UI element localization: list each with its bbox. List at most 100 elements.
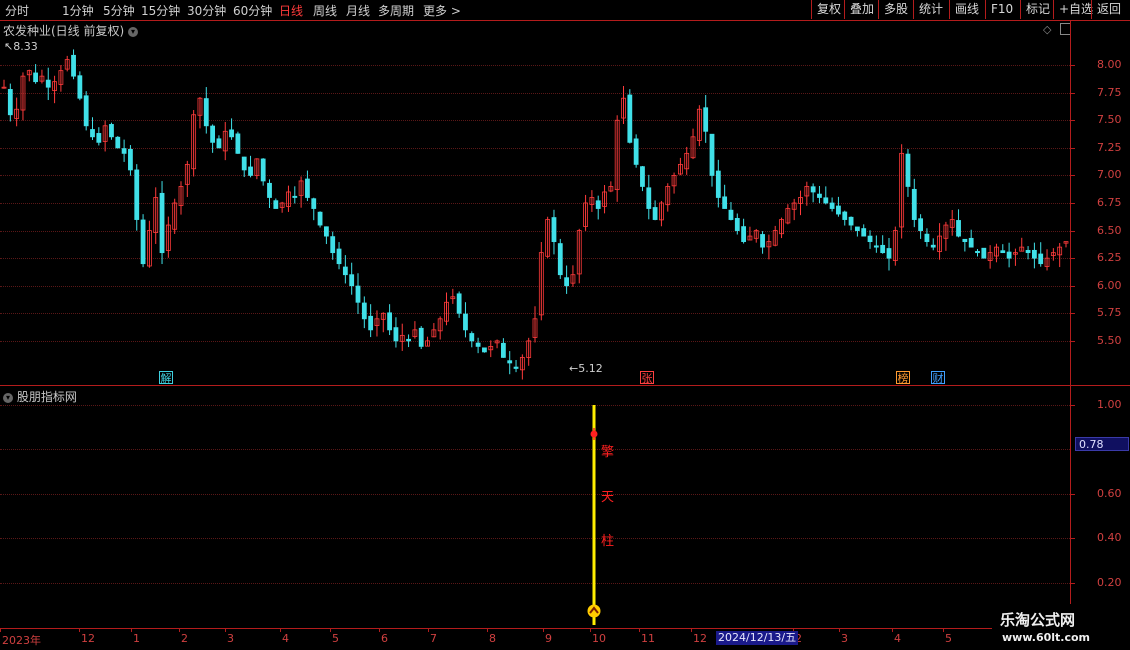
candle-body: [469, 333, 475, 342]
watermark-title: 乐淘公式网: [1000, 611, 1076, 629]
toolbar-button[interactable]: 多股: [878, 0, 913, 19]
timeframe-tab[interactable]: 5分钟: [103, 2, 135, 19]
event-marker[interactable]: 解: [159, 371, 173, 385]
candle-body: [627, 94, 633, 143]
candle-body: [741, 226, 747, 243]
x-axis-label: 12: [693, 632, 707, 645]
signal-pillar[interactable]: [580, 400, 610, 630]
current-value-badge: 0.78: [1075, 437, 1129, 451]
candle-body: [905, 153, 911, 187]
candle-body: [709, 133, 715, 176]
toolbar-button[interactable]: F10: [985, 0, 1018, 19]
candle-body: [305, 178, 310, 198]
y-axis-label: 6.75: [1097, 196, 1122, 209]
grid-line: [0, 449, 1070, 451]
timeframe-tab[interactable]: 多周期: [378, 2, 414, 19]
candle-body: [406, 338, 411, 342]
event-marker[interactable]: 张: [640, 371, 654, 385]
candle-body: [210, 125, 216, 143]
y-axis-label: 7.75: [1097, 85, 1122, 99]
timeframe-tab[interactable]: 1分钟: [62, 2, 94, 19]
toolbar-button[interactable]: 返回: [1091, 0, 1126, 19]
timeframe-tab[interactable]: 周线: [313, 2, 337, 19]
candle-body: [229, 129, 234, 138]
x-axis-label: 9: [545, 632, 552, 645]
chevron-down-icon[interactable]: ▾: [3, 392, 13, 403]
x-tick: [225, 628, 226, 632]
indicator-title: 股朋指标网: [16, 390, 77, 404]
timeframe-tab[interactable]: 月线: [346, 2, 370, 19]
event-marker[interactable]: 榜: [896, 371, 910, 385]
candle-body: [817, 193, 822, 198]
candle-body: [387, 312, 393, 331]
candle-body: [981, 247, 987, 259]
candle-body: [854, 226, 860, 231]
toolbar-button[interactable]: 复权: [811, 0, 846, 19]
candle-body: [273, 200, 279, 209]
toolbar-button[interactable]: 画线: [949, 0, 984, 19]
candle-body: [368, 315, 374, 331]
candle-body: [646, 187, 652, 209]
candle-body: [317, 211, 323, 226]
x-tick: [79, 628, 80, 632]
candle-body: [235, 133, 241, 154]
y-axis-label: 7.25: [1097, 140, 1122, 154]
x-tick: [543, 628, 544, 632]
timeframe-tab[interactable]: 15分钟: [141, 2, 180, 19]
x-axis-label: 8: [489, 632, 496, 645]
candle-body: [475, 342, 481, 347]
toolbar-button[interactable]: 标记: [1020, 0, 1055, 19]
timeframe-tab[interactable]: 60分钟: [233, 2, 272, 19]
y-axis-label: 0.60: [1097, 486, 1122, 500]
watermark-url: www.60lt.com: [1002, 631, 1091, 644]
candle-body: [911, 188, 917, 220]
high-price-label: ↖8.33: [4, 40, 38, 53]
x-tick: [379, 628, 380, 632]
candle-body: [115, 136, 121, 149]
candle-body: [500, 342, 506, 358]
candle-body: [83, 95, 89, 127]
x-axis-label: 4: [894, 632, 901, 645]
timeframe-tab[interactable]: 日线: [279, 2, 303, 19]
toolbar-button[interactable]: 叠加: [844, 0, 879, 19]
candle-body: [715, 170, 721, 198]
timeframe-tab[interactable]: 更多 >: [423, 2, 461, 19]
candle-body: [829, 202, 835, 209]
x-tick: [179, 628, 180, 632]
top-toolbar: 分时 1分钟 5分钟 15分钟 30分钟 60分钟 日线 周线 月线 多周期 更多 > 复权 叠加 多股…: [0, 0, 1130, 20]
x-tick: [280, 628, 281, 632]
toolbar-button[interactable]: 统计: [913, 0, 948, 19]
y-axis-label: 7.50: [1097, 113, 1122, 127]
candle-body: [962, 238, 968, 243]
signal-char-1: 擎: [601, 445, 615, 460]
y-tick: [1071, 582, 1075, 584]
candle-body: [361, 302, 367, 320]
candle-body: [355, 285, 361, 303]
candle-body: [71, 54, 76, 77]
y-tick: [1071, 340, 1075, 342]
candle-body: [640, 166, 645, 187]
candle-body: [810, 186, 816, 193]
candle-body: [652, 207, 658, 220]
candle-body: [880, 244, 886, 254]
x-tick: [330, 628, 331, 632]
candle-body: [311, 198, 317, 209]
timeframe-tab[interactable]: 分时: [5, 2, 29, 19]
y-axis-label: 6.00: [1097, 278, 1122, 292]
event-marker[interactable]: 财: [931, 371, 945, 385]
candle-body: [456, 293, 462, 314]
candle-body: [722, 196, 728, 209]
candle-body: [633, 138, 639, 165]
grid-line: [0, 582, 1070, 584]
x-axis-label: 10: [592, 632, 606, 645]
x-axis-divider: [0, 628, 1130, 629]
x-axis-label: 2023年: [2, 634, 41, 647]
candle-body: [848, 216, 854, 226]
candle-body: [33, 72, 39, 83]
y-tick: [1071, 65, 1075, 67]
signal-char-3: 柱: [601, 534, 615, 549]
price-candlestick-chart[interactable]: [0, 21, 1070, 385]
x-tick: [590, 628, 591, 632]
timeframe-tab[interactable]: 30分钟: [187, 2, 226, 19]
candle-body: [1025, 249, 1031, 254]
